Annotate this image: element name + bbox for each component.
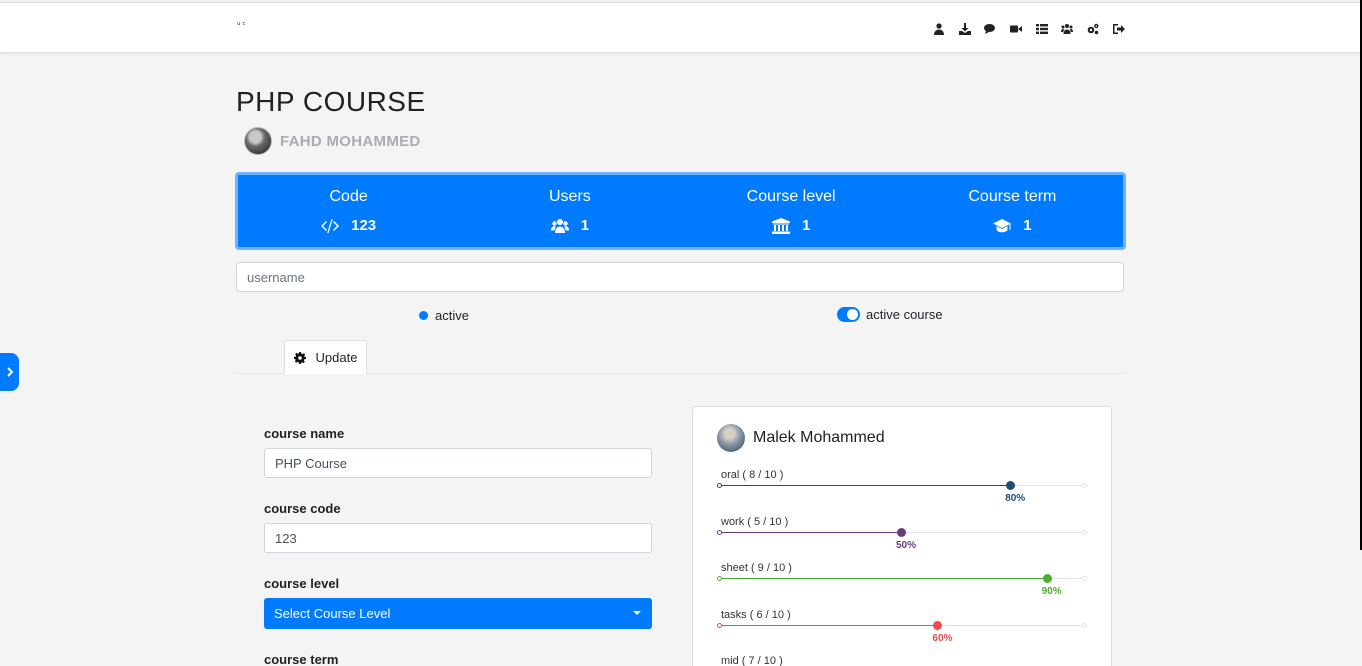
- score-slider[interactable]: work ( 5 / 10 ) 50%: [717, 515, 1087, 556]
- institution-icon: [771, 217, 790, 234]
- comments-icon[interactable]: [977, 21, 1003, 37]
- users-icon: [550, 218, 569, 233]
- course-level-label: course level: [264, 576, 340, 591]
- slider-thumb[interactable]: [933, 620, 943, 630]
- radio-label: active: [435, 308, 469, 323]
- score-percent: 50%: [896, 539, 917, 551]
- stat-code: Code 123: [238, 175, 459, 247]
- score-label: work ( 5 / 10 ): [721, 515, 789, 528]
- nav-icons: [926, 21, 1132, 37]
- course-code-input[interactable]: [264, 523, 652, 553]
- top-navbar: ᵘᶜ: [0, 2, 1362, 52]
- student-card: Malek Mohammed oral ( 8 / 10 ) 80% work ( …: [692, 406, 1112, 666]
- active-course-toggle[interactable]: active course: [837, 307, 943, 322]
- cogs-icon[interactable]: [1080, 21, 1106, 37]
- student-header[interactable]: Malek Mohammed: [717, 424, 885, 452]
- slider-end: [1082, 576, 1087, 581]
- stat-value: 1: [580, 217, 590, 234]
- slider-fill: [719, 578, 1047, 579]
- stat-label: Users: [548, 188, 591, 205]
- score-percent: 60%: [932, 632, 953, 644]
- owner-name: FAHD MOHAMMED: [280, 132, 421, 150]
- course-name-label: course name: [264, 426, 345, 441]
- slider-thumb[interactable]: [1042, 574, 1052, 583]
- caret-down-icon: [633, 611, 641, 615]
- tab-update[interactable]: Update: [284, 340, 367, 374]
- score-label: sheet ( 9 / 10 ): [721, 562, 792, 574]
- sidebar-toggle-button[interactable]: [0, 353, 19, 391]
- score-slider[interactable]: sheet ( 9 / 10 ) 90%: [717, 562, 1087, 602]
- video-icon[interactable]: [1003, 21, 1029, 37]
- course-level-select[interactable]: Select Course Level: [264, 598, 652, 629]
- avatar: [244, 127, 272, 155]
- slider-fill: [719, 531, 901, 533]
- username-search-input[interactable]: [236, 262, 1124, 292]
- slider-thumb[interactable]: [897, 527, 906, 537]
- slider-start: [717, 529, 722, 535]
- avatar: [717, 424, 745, 452]
- slider-end: [1082, 483, 1087, 488]
- chevron-right-icon: [6, 367, 13, 377]
- slider-fill: [719, 624, 938, 626]
- active-radio[interactable]: active: [419, 308, 469, 323]
- radio-button[interactable]: [419, 311, 428, 320]
- score-slider[interactable]: tasks ( 6 / 10 ) 60%: [717, 608, 1087, 649]
- stat-users: Users 1: [459, 175, 680, 247]
- graduation-cap-icon: [993, 218, 1012, 232]
- slider-thumb[interactable]: [1006, 481, 1016, 490]
- toggle-label: active course: [866, 307, 943, 322]
- select-value: Select Course Level: [274, 606, 391, 621]
- code-icon: [321, 218, 340, 233]
- score-label: mid ( 7 / 10 ): [721, 655, 783, 666]
- score-slider[interactable]: mid ( 7 / 10 )70%: [719, 655, 1085, 666]
- page-title: PHP COURSE: [236, 86, 426, 117]
- toggle-switch[interactable]: [837, 307, 860, 322]
- slider-start: [717, 576, 722, 581]
- gear-icon: [293, 351, 306, 364]
- users-icon[interactable]: [1054, 21, 1080, 37]
- stat-label: Code: [329, 188, 368, 205]
- tab-label: Update: [315, 350, 358, 365]
- stat-course-term: Course term 1: [902, 175, 1123, 247]
- stat-value: 1: [1023, 217, 1032, 234]
- course-owner[interactable]: FAHD MOHAMMED: [244, 127, 421, 155]
- user-icon[interactable]: [926, 21, 952, 37]
- slider-end: [1082, 529, 1087, 535]
- score-label: oral ( 8 / 10 ): [721, 469, 784, 481]
- course-code-label: course code: [264, 501, 341, 516]
- course-name-input[interactable]: [264, 448, 652, 478]
- score-percent: 90%: [1041, 586, 1062, 597]
- course-stats-panel: Code 123 Users 1 Course level 1 Course t…: [235, 172, 1126, 250]
- slider-end: [1082, 622, 1087, 628]
- logo[interactable]: ᵘᶜ: [236, 21, 247, 31]
- score-label: tasks ( 6 / 10 ): [721, 608, 791, 621]
- stat-value: 123: [351, 217, 377, 234]
- stat-value: 1: [801, 217, 811, 234]
- slider-start: [717, 622, 722, 628]
- list-icon[interactable]: [1029, 21, 1055, 37]
- student-name: Malek Mohammed: [753, 429, 885, 446]
- course-term-label: course term: [264, 652, 339, 666]
- download-icon[interactable]: [952, 21, 978, 37]
- stat-course-level: Course level 1: [681, 175, 902, 247]
- slider-fill: [719, 485, 1011, 486]
- stat-label: Course level: [746, 188, 836, 205]
- stat-label: Course term: [968, 188, 1057, 205]
- slider-start: [717, 483, 722, 488]
- logout-icon[interactable]: [1106, 21, 1132, 37]
- tabs-divider: [236, 373, 1124, 374]
- score-percent: 80%: [1005, 493, 1026, 504]
- score-slider[interactable]: oral ( 8 / 10 ) 80%: [717, 469, 1087, 509]
